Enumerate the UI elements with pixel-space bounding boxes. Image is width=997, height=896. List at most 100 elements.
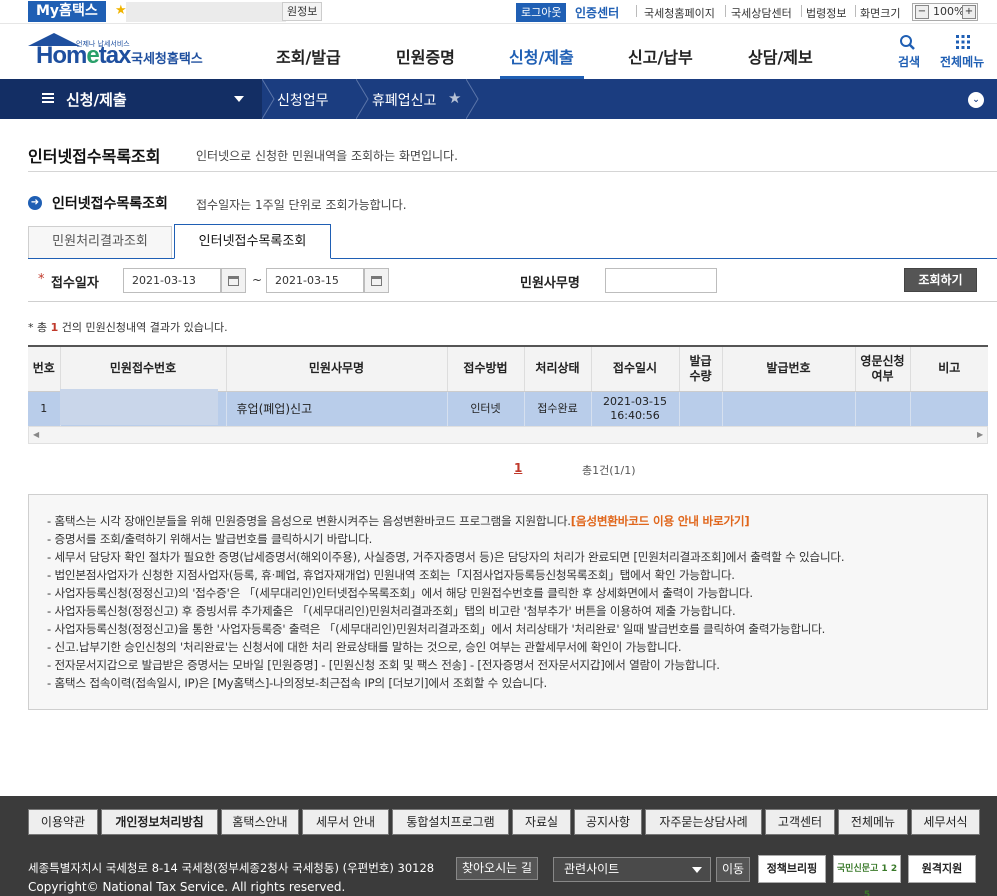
tab-internet-receipt-list[interactable]: 인터넷접수목록조회 [174, 224, 331, 259]
calendar-icon[interactable] [364, 268, 389, 293]
table-header-row: 번호 민원접수번호 민원사무명 접수방법 처리상태 접수일시 발급 수량 발급번… [28, 347, 988, 392]
search-button[interactable]: 조회하기 [904, 268, 977, 292]
civil-name-input[interactable] [605, 268, 717, 293]
footer-tax-forms-link[interactable]: 세무서식 [911, 809, 980, 835]
calendar-icon[interactable] [221, 268, 246, 293]
location-title[interactable]: 신청/제출 [66, 89, 127, 110]
table-horizontal-scrollbar[interactable] [28, 426, 988, 444]
date-from-input[interactable]: 2021-03-13 [123, 268, 221, 293]
gnb-civil-certificate[interactable]: 민원증명 [396, 44, 455, 68]
footer-faq-link[interactable]: 자주묻는상담사례 [645, 809, 762, 835]
tab-civil-result[interactable]: 민원처리결과조회 [28, 226, 172, 258]
breadcrumb-closure-report[interactable]: 휴폐업신고 [372, 90, 436, 110]
scroll-right-icon[interactable]: ▶ [977, 430, 983, 439]
footer-tax-office-link[interactable]: 세무서 안내 [302, 809, 389, 835]
cell-qty [679, 391, 723, 426]
my-hometax-tab[interactable]: My홈택스 [28, 1, 106, 22]
note-item: - 사업자등록신청(정정신고)을 통한 '사업자등록증' 출력은 「(세무대리인… [47, 622, 826, 636]
footer-privacy-link[interactable]: 개인정보처리방침 [101, 809, 218, 835]
note-text: - 홈택스는 시각 장애인분들을 위해 민원증명을 음성으로 변환시켜주는 음성… [47, 514, 571, 528]
breadcrumb-divider-icon [356, 79, 369, 119]
policy-briefing-badge[interactable]: 정책브리핑 [758, 855, 826, 883]
barcode-guide-link[interactable]: [음성변환바코드 이용 안내 바로가기] [571, 514, 750, 528]
gnb-inquiry-issue[interactable]: 조회/발급 [276, 44, 341, 68]
required-mark: * [38, 272, 45, 287]
gnb-apply-submit[interactable]: 신청/제출 [509, 44, 574, 68]
chevron-down-icon[interactable] [234, 96, 244, 102]
scroll-left-icon[interactable]: ◀ [33, 430, 39, 439]
search-label[interactable]: 검색 [898, 53, 920, 70]
breadcrumb-apply-work[interactable]: 신청업무 [277, 90, 329, 110]
expand-circle-icon[interactable]: ⌄ [968, 92, 984, 108]
page-title: 인터넷접수목록조회 [28, 147, 161, 166]
related-sites-select[interactable]: 관련사이트 [553, 857, 711, 882]
note-item: - 전자문서지갑으로 발급받은 증명서는 모바일 [민원증명] - [민원신청 … [47, 658, 720, 672]
zoom-out-button[interactable]: − [915, 5, 929, 19]
nts-counsel-link[interactable]: 국세상담센터 [731, 5, 792, 21]
col-status: 처리상태 [524, 347, 592, 392]
logo-text-a: Hom [36, 42, 87, 69]
footer-address: 세종특별자치시 국세청로 8-14 국세청(정부세종2청사 국세청동) (우편번… [28, 861, 435, 875]
remote-support-button[interactable]: 원격지원 [908, 855, 976, 883]
logo-text-b: tax [98, 42, 132, 69]
note-item: - 신고.납부기한 승인신청의 '처리완료'는 신청서에 대한 처리 완료상태를… [47, 640, 682, 654]
divider [855, 5, 856, 17]
directions-button[interactable]: 찾아오시는 길 [456, 857, 538, 880]
footer-terms-link[interactable]: 이용약관 [28, 809, 98, 835]
col-datetime: 접수일시 [591, 347, 680, 392]
member-info-button[interactable]: 원정보 [282, 2, 323, 21]
nts-homepage-link[interactable]: 국세청홈페이지 [644, 5, 715, 21]
footer-hometax-guide-link[interactable]: 홈택스안내 [221, 809, 299, 835]
gnb-counsel-report[interactable]: 상담/제보 [748, 44, 813, 68]
bookmark-star-icon[interactable]: ★ [448, 89, 461, 107]
zoom-in-button[interactable]: + [962, 5, 976, 19]
col-method: 접수방법 [447, 347, 525, 392]
cert-center-link[interactable]: 인증센터 [575, 4, 619, 21]
title-divider [28, 171, 997, 172]
col-receipt-no: 민원접수번호 [60, 347, 227, 392]
note-item: - 사업자등록신청(정정신고)의 '접수증'은 「(세무대리인)인터넷접수목록조… [47, 586, 753, 600]
breadcrumb-divider-icon [262, 79, 275, 119]
chevron-down-icon[interactable] [692, 867, 702, 873]
cell-method: 인터넷 [447, 391, 525, 426]
col-issue-no: 발급번호 [722, 347, 856, 392]
favorite-star-icon[interactable]: ★ [115, 3, 127, 18]
go-button[interactable]: 이동 [716, 857, 750, 882]
receipt-number-redacted[interactable] [60, 389, 218, 425]
breadcrumb-divider-icon [466, 79, 479, 119]
footer-install-program-link[interactable]: 통합설치프로그램 [392, 809, 509, 835]
logout-button[interactable]: 로그아웃 [516, 3, 567, 22]
hometax-logo[interactable]: Hometax [36, 42, 132, 70]
all-menu-grid-icon[interactable] [955, 34, 971, 50]
note-item: - 홈택스 접속이력(접속일시, IP)은 [My홈택스]-나의정보-최근접속 … [47, 676, 547, 690]
cell-civil-name: 휴업(폐업)신고 [226, 391, 448, 426]
all-menu-label[interactable]: 전체메뉴 [940, 53, 984, 70]
section-description: 접수일자는 1주일 단위로 조회가능합니다. [196, 198, 407, 212]
page-number-link[interactable]: 1 [514, 461, 522, 475]
note-item: - 법인본점사업자가 신청한 지점사업자(등록, 휴·폐업, 휴업자재개업) 민… [47, 568, 735, 582]
footer-customer-center-link[interactable]: 고객센터 [765, 809, 835, 835]
cell-issue-no[interactable] [722, 391, 856, 426]
search-icon[interactable] [898, 34, 924, 52]
civil-name-label: 민원사무명 [520, 276, 580, 291]
footer-notice-link[interactable]: 공지사항 [574, 809, 642, 835]
date-to-input[interactable]: 2021-03-15 [266, 268, 364, 293]
cell-remark [910, 391, 988, 426]
cell-status: 접수완료 [524, 391, 592, 426]
result-count-text: * 총 1 건의 민원신청내역 결과가 있습니다. [28, 319, 228, 335]
divider [725, 5, 726, 17]
cell-time: 16:40:56 [610, 408, 660, 422]
cell-date: 2021-03-15 [603, 394, 667, 408]
footer-archive-link[interactable]: 자료실 [512, 809, 571, 835]
footer-all-menu-link[interactable]: 전체메뉴 [838, 809, 908, 835]
result-suffix: 건의 민원신청내역 결과가 있습니다. [58, 321, 228, 334]
col-no: 번호 [28, 347, 61, 392]
sinmungo-badge[interactable]: 국민신문고 1 2 5 [833, 855, 901, 896]
law-info-link[interactable]: 법령정보 [806, 5, 846, 21]
arrow-right-circle-icon: ➜ [28, 196, 42, 210]
hamburger-icon [42, 93, 54, 103]
location-menu-dropdown[interactable] [0, 79, 262, 119]
gnb-report-pay[interactable]: 신고/납부 [628, 44, 693, 68]
col-civil-name: 민원사무명 [226, 347, 448, 392]
note-item: - 증명서를 조회/출력하기 위해서는 발급번호를 클릭하시기 바랍니다. [47, 532, 373, 546]
